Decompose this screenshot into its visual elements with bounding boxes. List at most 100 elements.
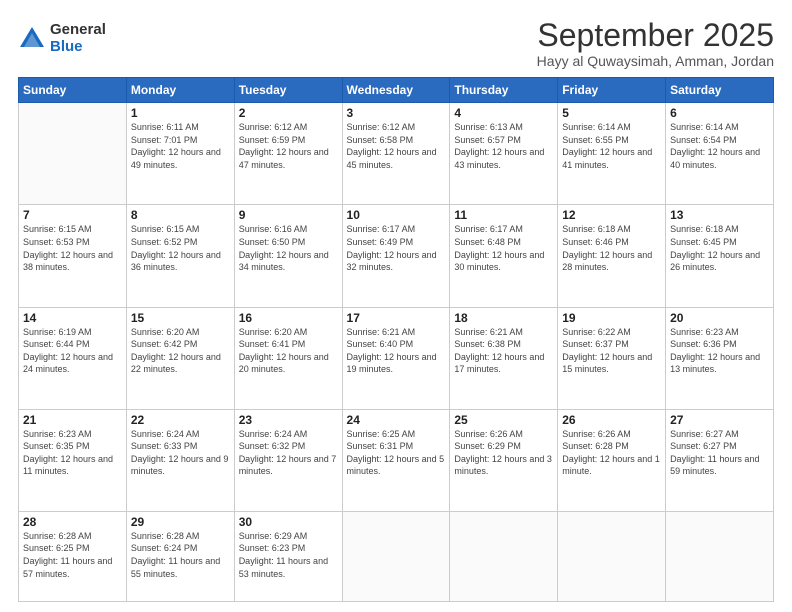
- day-info: Sunrise: 6:18 AM Sunset: 6:45 PM Dayligh…: [670, 223, 769, 273]
- col-sunday: Sunday: [19, 78, 127, 103]
- day-info: Sunrise: 6:14 AM Sunset: 6:55 PM Dayligh…: [562, 121, 661, 171]
- table-row: [450, 511, 558, 601]
- day-info: Sunrise: 6:29 AM Sunset: 6:23 PM Dayligh…: [239, 530, 338, 580]
- table-row: 16Sunrise: 6:20 AM Sunset: 6:41 PM Dayli…: [234, 307, 342, 409]
- day-info: Sunrise: 6:21 AM Sunset: 6:40 PM Dayligh…: [347, 326, 446, 376]
- logo: General Blue: [18, 22, 106, 55]
- month-title: September 2025: [537, 18, 774, 53]
- day-info: Sunrise: 6:20 AM Sunset: 6:41 PM Dayligh…: [239, 326, 338, 376]
- day-number: 25: [454, 413, 553, 427]
- table-row: [19, 103, 127, 205]
- day-number: 9: [239, 208, 338, 222]
- table-row: [558, 511, 666, 601]
- table-row: 8Sunrise: 6:15 AM Sunset: 6:52 PM Daylig…: [126, 205, 234, 307]
- day-info: Sunrise: 6:25 AM Sunset: 6:31 PM Dayligh…: [347, 428, 446, 478]
- title-block: September 2025 Hayy al Quwaysimah, Amman…: [537, 18, 774, 69]
- day-number: 29: [131, 515, 230, 529]
- table-row: 30Sunrise: 6:29 AM Sunset: 6:23 PM Dayli…: [234, 511, 342, 601]
- table-row: 3Sunrise: 6:12 AM Sunset: 6:58 PM Daylig…: [342, 103, 450, 205]
- table-row: 15Sunrise: 6:20 AM Sunset: 6:42 PM Dayli…: [126, 307, 234, 409]
- table-row: 6Sunrise: 6:14 AM Sunset: 6:54 PM Daylig…: [666, 103, 774, 205]
- day-info: Sunrise: 6:23 AM Sunset: 6:35 PM Dayligh…: [23, 428, 122, 478]
- day-info: Sunrise: 6:14 AM Sunset: 6:54 PM Dayligh…: [670, 121, 769, 171]
- col-friday: Friday: [558, 78, 666, 103]
- day-info: Sunrise: 6:16 AM Sunset: 6:50 PM Dayligh…: [239, 223, 338, 273]
- table-row: 2Sunrise: 6:12 AM Sunset: 6:59 PM Daylig…: [234, 103, 342, 205]
- day-info: Sunrise: 6:24 AM Sunset: 6:33 PM Dayligh…: [131, 428, 230, 478]
- day-number: 3: [347, 106, 446, 120]
- header: General Blue September 2025 Hayy al Quwa…: [18, 18, 774, 69]
- logo-text: General Blue: [50, 22, 106, 55]
- day-number: 5: [562, 106, 661, 120]
- table-row: 4Sunrise: 6:13 AM Sunset: 6:57 PM Daylig…: [450, 103, 558, 205]
- table-row: 18Sunrise: 6:21 AM Sunset: 6:38 PM Dayli…: [450, 307, 558, 409]
- day-number: 4: [454, 106, 553, 120]
- table-row: 21Sunrise: 6:23 AM Sunset: 6:35 PM Dayli…: [19, 409, 127, 511]
- col-monday: Monday: [126, 78, 234, 103]
- day-number: 12: [562, 208, 661, 222]
- day-number: 7: [23, 208, 122, 222]
- day-number: 15: [131, 311, 230, 325]
- logo-blue: Blue: [50, 39, 106, 56]
- day-info: Sunrise: 6:15 AM Sunset: 6:53 PM Dayligh…: [23, 223, 122, 273]
- table-row: 20Sunrise: 6:23 AM Sunset: 6:36 PM Dayli…: [666, 307, 774, 409]
- table-row: 7Sunrise: 6:15 AM Sunset: 6:53 PM Daylig…: [19, 205, 127, 307]
- day-number: 19: [562, 311, 661, 325]
- logo-icon: [18, 25, 46, 53]
- table-row: 29Sunrise: 6:28 AM Sunset: 6:24 PM Dayli…: [126, 511, 234, 601]
- day-number: 2: [239, 106, 338, 120]
- day-number: 17: [347, 311, 446, 325]
- day-number: 6: [670, 106, 769, 120]
- table-row: 10Sunrise: 6:17 AM Sunset: 6:49 PM Dayli…: [342, 205, 450, 307]
- day-number: 18: [454, 311, 553, 325]
- day-number: 10: [347, 208, 446, 222]
- day-number: 13: [670, 208, 769, 222]
- day-info: Sunrise: 6:24 AM Sunset: 6:32 PM Dayligh…: [239, 428, 338, 478]
- table-row: 22Sunrise: 6:24 AM Sunset: 6:33 PM Dayli…: [126, 409, 234, 511]
- day-info: Sunrise: 6:20 AM Sunset: 6:42 PM Dayligh…: [131, 326, 230, 376]
- table-row: [666, 511, 774, 601]
- day-number: 26: [562, 413, 661, 427]
- table-row: 17Sunrise: 6:21 AM Sunset: 6:40 PM Dayli…: [342, 307, 450, 409]
- day-info: Sunrise: 6:12 AM Sunset: 6:58 PM Dayligh…: [347, 121, 446, 171]
- col-wednesday: Wednesday: [342, 78, 450, 103]
- day-info: Sunrise: 6:17 AM Sunset: 6:48 PM Dayligh…: [454, 223, 553, 273]
- day-number: 11: [454, 208, 553, 222]
- table-row: 5Sunrise: 6:14 AM Sunset: 6:55 PM Daylig…: [558, 103, 666, 205]
- table-row: 25Sunrise: 6:26 AM Sunset: 6:29 PM Dayli…: [450, 409, 558, 511]
- table-row: 9Sunrise: 6:16 AM Sunset: 6:50 PM Daylig…: [234, 205, 342, 307]
- logo-general: General: [50, 22, 106, 39]
- day-info: Sunrise: 6:17 AM Sunset: 6:49 PM Dayligh…: [347, 223, 446, 273]
- location-subtitle: Hayy al Quwaysimah, Amman, Jordan: [537, 53, 774, 69]
- day-number: 16: [239, 311, 338, 325]
- table-row: 14Sunrise: 6:19 AM Sunset: 6:44 PM Dayli…: [19, 307, 127, 409]
- table-row: 23Sunrise: 6:24 AM Sunset: 6:32 PM Dayli…: [234, 409, 342, 511]
- calendar-header-row: Sunday Monday Tuesday Wednesday Thursday…: [19, 78, 774, 103]
- day-number: 14: [23, 311, 122, 325]
- table-row: 11Sunrise: 6:17 AM Sunset: 6:48 PM Dayli…: [450, 205, 558, 307]
- day-number: 30: [239, 515, 338, 529]
- day-number: 1: [131, 106, 230, 120]
- table-row: [342, 511, 450, 601]
- col-saturday: Saturday: [666, 78, 774, 103]
- day-number: 21: [23, 413, 122, 427]
- day-info: Sunrise: 6:18 AM Sunset: 6:46 PM Dayligh…: [562, 223, 661, 273]
- day-info: Sunrise: 6:27 AM Sunset: 6:27 PM Dayligh…: [670, 428, 769, 478]
- day-info: Sunrise: 6:23 AM Sunset: 6:36 PM Dayligh…: [670, 326, 769, 376]
- day-info: Sunrise: 6:28 AM Sunset: 6:24 PM Dayligh…: [131, 530, 230, 580]
- table-row: 12Sunrise: 6:18 AM Sunset: 6:46 PM Dayli…: [558, 205, 666, 307]
- day-number: 8: [131, 208, 230, 222]
- day-number: 27: [670, 413, 769, 427]
- day-info: Sunrise: 6:26 AM Sunset: 6:28 PM Dayligh…: [562, 428, 661, 478]
- day-number: 22: [131, 413, 230, 427]
- day-info: Sunrise: 6:22 AM Sunset: 6:37 PM Dayligh…: [562, 326, 661, 376]
- day-info: Sunrise: 6:21 AM Sunset: 6:38 PM Dayligh…: [454, 326, 553, 376]
- day-info: Sunrise: 6:26 AM Sunset: 6:29 PM Dayligh…: [454, 428, 553, 478]
- day-info: Sunrise: 6:19 AM Sunset: 6:44 PM Dayligh…: [23, 326, 122, 376]
- col-thursday: Thursday: [450, 78, 558, 103]
- table-row: 27Sunrise: 6:27 AM Sunset: 6:27 PM Dayli…: [666, 409, 774, 511]
- col-tuesday: Tuesday: [234, 78, 342, 103]
- calendar-table: Sunday Monday Tuesday Wednesday Thursday…: [18, 77, 774, 602]
- day-info: Sunrise: 6:13 AM Sunset: 6:57 PM Dayligh…: [454, 121, 553, 171]
- table-row: 13Sunrise: 6:18 AM Sunset: 6:45 PM Dayli…: [666, 205, 774, 307]
